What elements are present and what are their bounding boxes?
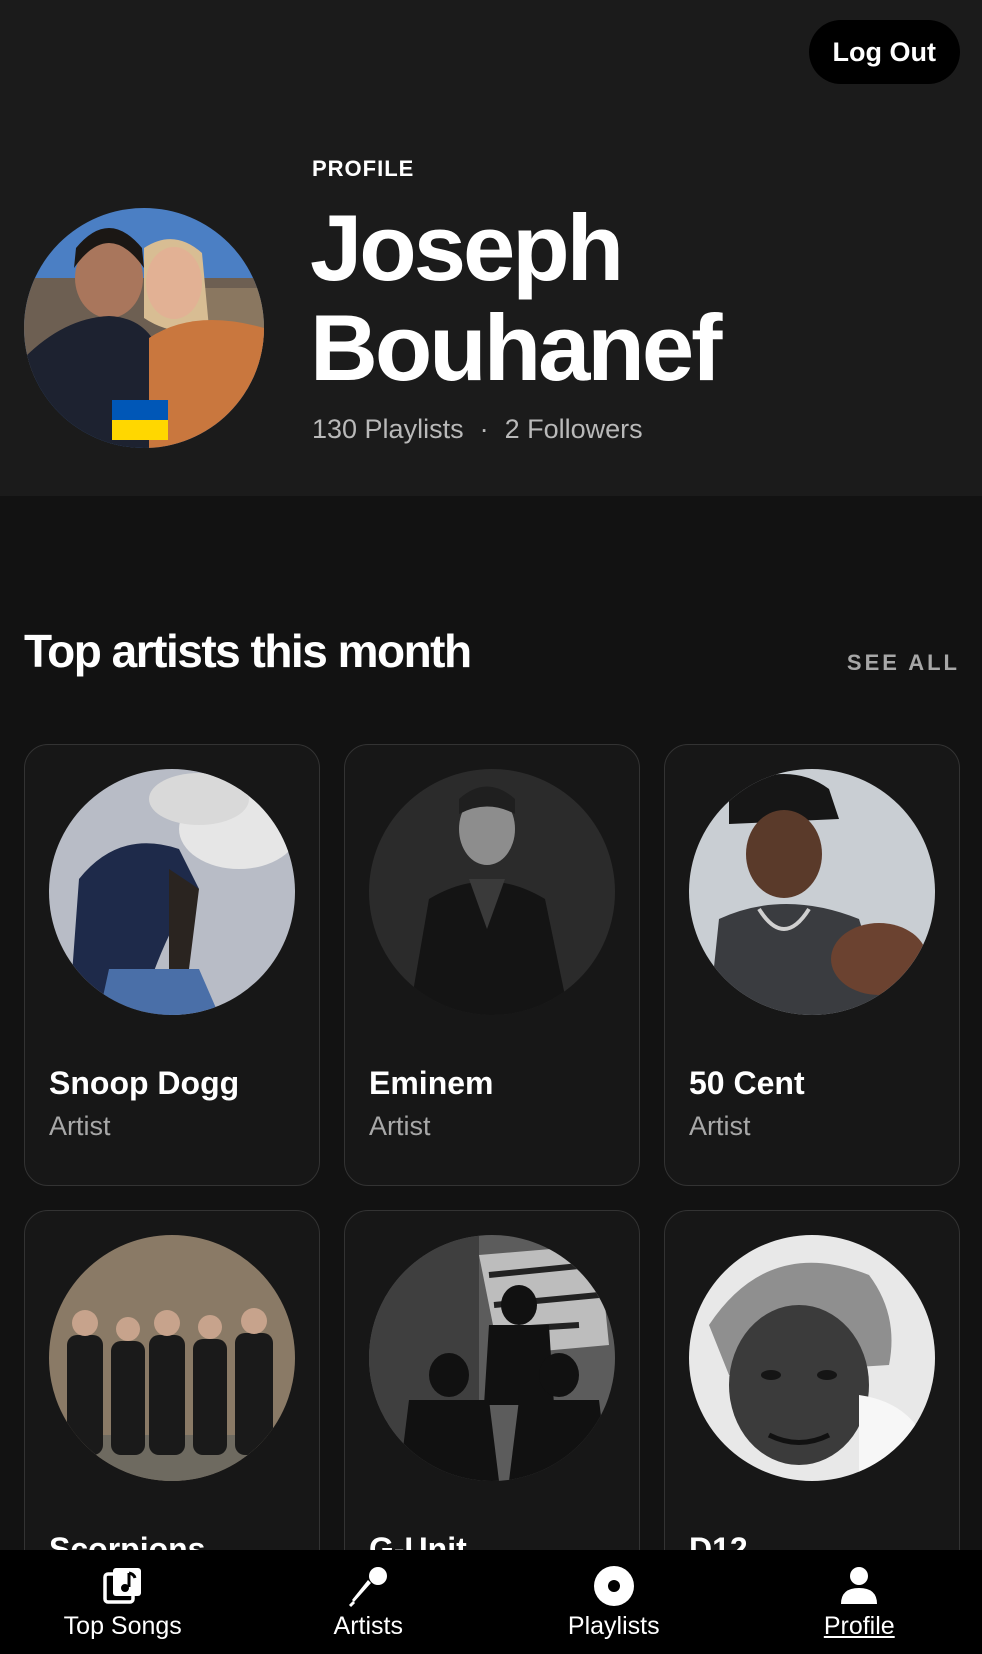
disc-icon xyxy=(593,1566,634,1606)
profile-label: PROFILE xyxy=(312,156,415,181)
profile-header: Log Out PROFILE Joseph Bouhanef 130 Play… xyxy=(0,0,982,496)
artist-photo xyxy=(49,769,295,1015)
profile-stats: 130 Playlists · 2 Followers xyxy=(312,414,643,445)
logout-button[interactable]: Log Out xyxy=(808,20,960,84)
nav-item-profile[interactable]: Profile xyxy=(737,1550,982,1654)
artist-photo xyxy=(49,1235,295,1481)
artist-card[interactable]: Eminem Artist xyxy=(344,744,640,1186)
microphone-icon xyxy=(349,1567,388,1608)
profile-name: Joseph Bouhanef xyxy=(310,195,722,400)
artist-role: Artist xyxy=(689,1111,751,1141)
nav-item-playlists[interactable]: Playlists xyxy=(491,1550,737,1654)
artist-card[interactable]: 50 Cent Artist xyxy=(664,744,960,1186)
artist-grid: Snoop Dogg Artist Eminem Artist 50 Cent … xyxy=(24,744,960,1652)
nav-label: Artists xyxy=(333,1612,403,1640)
music-note-icon xyxy=(103,1568,141,1604)
see-all-link[interactable]: SEE ALL xyxy=(847,650,960,676)
nav-label: Playlists xyxy=(567,1612,660,1640)
separator-dot: · xyxy=(479,414,489,444)
nav-label: Profile xyxy=(823,1612,895,1640)
artist-card[interactable]: Snoop Dogg Artist xyxy=(24,744,320,1186)
profile-page: Log Out PROFILE Joseph Bouhanef 130 Play… xyxy=(0,0,982,1654)
artist-photo xyxy=(689,1235,935,1481)
bottom-nav: Top Songs Artists Playlists Profile xyxy=(0,1550,982,1654)
section-title: Top artists this month xyxy=(24,625,472,677)
artist-name: 50 Cent xyxy=(689,1065,805,1101)
nav-label: Top Songs xyxy=(63,1612,182,1640)
artist-photo xyxy=(369,1235,615,1481)
avatar[interactable] xyxy=(24,208,264,448)
artist-photo xyxy=(369,769,615,1015)
playlists-count: 130 Playlists xyxy=(312,414,464,444)
artist-photo xyxy=(689,769,935,1015)
artist-name: Snoop Dogg xyxy=(49,1065,240,1101)
artist-name: Eminem xyxy=(369,1065,494,1101)
nav-item-artists[interactable]: Artists xyxy=(246,1550,492,1654)
artist-role: Artist xyxy=(49,1111,111,1141)
person-icon xyxy=(841,1567,878,1604)
followers-count[interactable]: 2 Followers xyxy=(505,414,643,445)
nav-item-top-songs[interactable]: Top Songs xyxy=(0,1550,246,1654)
artist-role: Artist xyxy=(369,1111,431,1141)
